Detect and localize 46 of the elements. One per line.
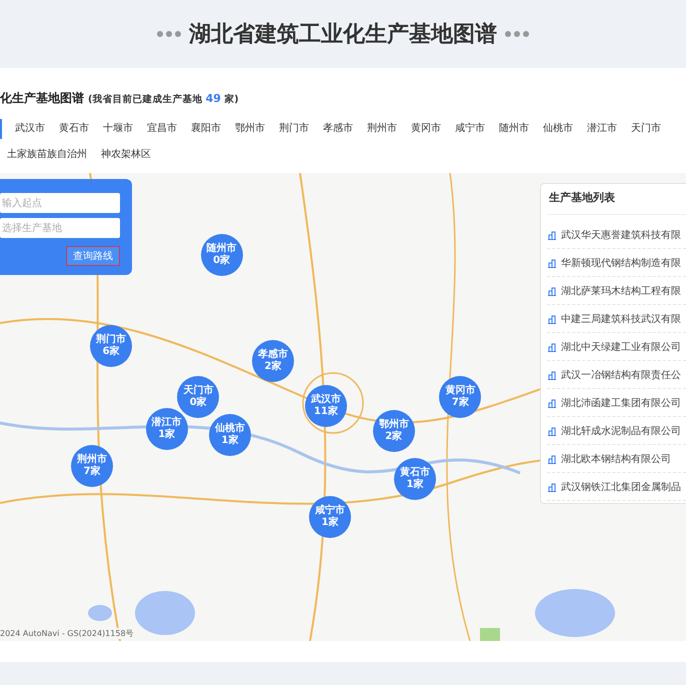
city-tab[interactable]: 土家族苗族自治州: [0, 145, 94, 165]
base-list-item[interactable]: 湖北萨莱玛木结构工程有限: [561, 284, 681, 298]
city-tab[interactable]: 咸宁市: [448, 119, 492, 139]
city-tab[interactable]: 宜昌市: [140, 119, 184, 139]
panel-title: 生产基地列表: [547, 184, 686, 215]
city-tab[interactable]: 神农架林区: [94, 145, 158, 165]
city-tab[interactable]: 荆门市: [272, 119, 316, 139]
city-tab[interactable]: 黄冈市: [404, 119, 448, 139]
base-count-note: (我省目前已建成生产基地 49 家): [88, 92, 239, 106]
building-icon: [547, 426, 557, 436]
city-tab[interactable]: 黄石市: [52, 119, 96, 139]
building-icon: [547, 314, 557, 324]
building-icon: [547, 482, 557, 492]
base-list-item[interactable]: 湖北轩成水泥制品有限公司: [561, 424, 681, 438]
base-list-item[interactable]: 湖北中天绿建工业有限公司: [561, 340, 681, 354]
base-list-item[interactable]: 武汉钢铁江北集团金属制品: [561, 480, 681, 494]
city-tab[interactable]: 天门市: [624, 119, 668, 139]
base-list-item[interactable]: 华新顿现代钢结构制造有限: [561, 256, 681, 270]
base-select[interactable]: 选择生产基地: [0, 218, 120, 238]
base-list-item[interactable]: 中建三局建筑科技武汉有限: [561, 312, 681, 326]
dots-icon: [157, 31, 181, 37]
building-icon: [547, 342, 557, 352]
start-input[interactable]: 输入起点: [0, 193, 120, 213]
building-icon: [547, 258, 557, 268]
building-icon: [547, 230, 557, 240]
building-icon: [547, 398, 557, 408]
dots-icon: [505, 31, 529, 37]
base-list-item[interactable]: 湖北欧本钢结构有限公司: [561, 452, 671, 466]
city-tab[interactable]: 随州市: [492, 119, 536, 139]
city-tab[interactable]: 十堰市: [96, 119, 140, 139]
building-icon: [547, 370, 557, 380]
city-tab[interactable]: 襄阳市: [184, 119, 228, 139]
city-tab[interactable]: 武汉市: [8, 119, 52, 139]
city-tab[interactable]: 鄂州市: [228, 119, 272, 139]
base-list-item[interactable]: 武汉一冶钢结构有限责任公: [561, 368, 681, 382]
city-tab[interactable]: 荆州市: [360, 119, 404, 139]
map-attribution: 2024 AutoNavi - GS(2024)1158号: [0, 628, 134, 639]
city-tab[interactable]: 孝感市: [316, 119, 360, 139]
building-icon: [547, 454, 557, 464]
base-list-item[interactable]: 武汉华天惠誉建筑科技有限: [561, 228, 681, 242]
section-title: 化生产基地图谱: [0, 90, 84, 107]
base-list-item[interactable]: 湖北沛函建工集团有限公司: [561, 396, 681, 410]
city-tab[interactable]: 潜江市: [580, 119, 624, 139]
building-icon: [547, 286, 557, 296]
page-title: 湖北省建筑工业化生产基地图谱: [189, 21, 497, 49]
city-tab[interactable]: 仙桃市: [536, 119, 580, 139]
